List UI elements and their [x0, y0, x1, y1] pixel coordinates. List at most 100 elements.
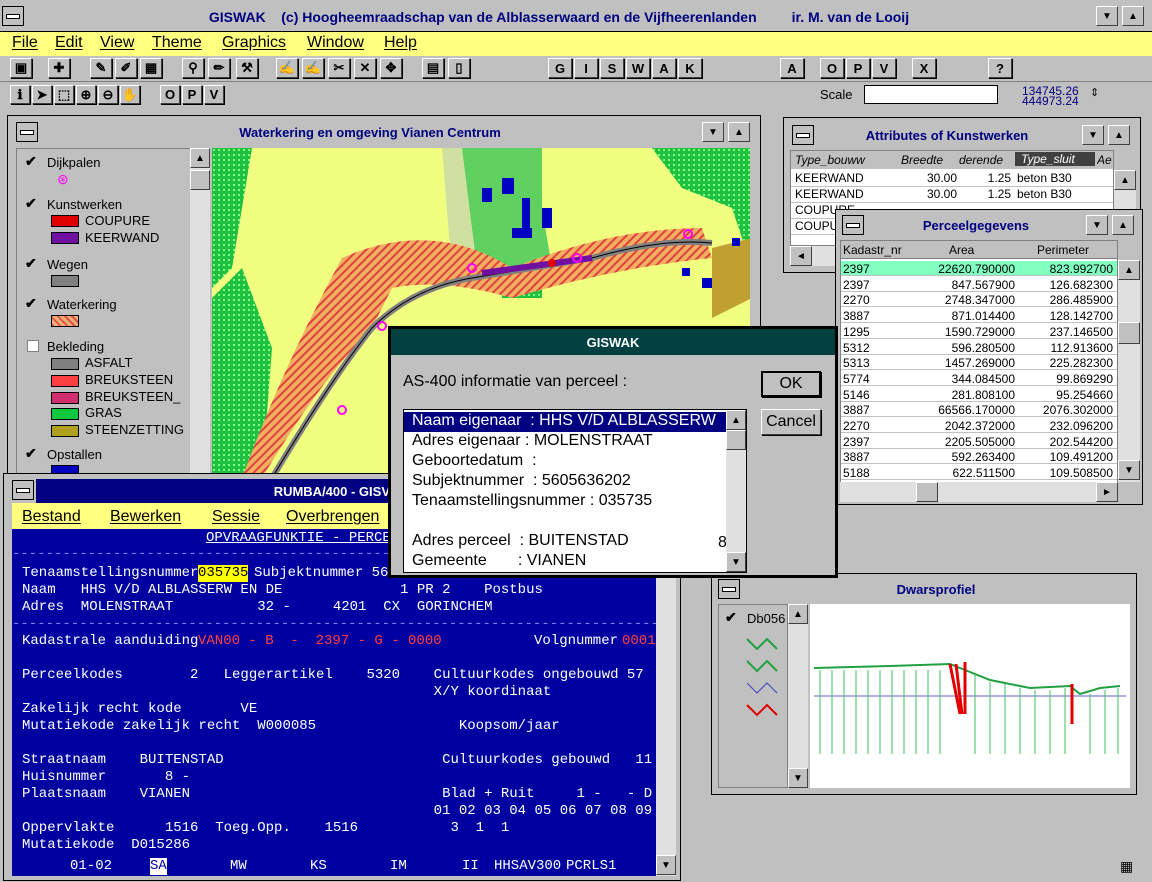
opstallen-check-icon[interactable]: ✔: [25, 445, 37, 462]
btn-x[interactable]: X: [912, 58, 936, 78]
table-row[interactable]: 2270 2748.347000 286.485900: [841, 292, 1117, 308]
fkey-0[interactable]: 01-02: [70, 858, 112, 875]
table-row[interactable]: 5774 344.084500 99.869290: [841, 371, 1117, 386]
page-icon[interactable]: ▯: [448, 58, 470, 78]
attr-header-ae[interactable]: Ae: [1097, 153, 1113, 167]
attr-cell[interactable]: KEERWAND: [795, 187, 895, 201]
table-row[interactable]: 2270 2042.372000 232.096200: [841, 418, 1117, 433]
btn-o[interactable]: O: [820, 58, 844, 78]
db-check-icon[interactable]: ✔: [725, 609, 737, 626]
draw2-icon[interactable]: ✍: [302, 58, 324, 78]
attr-cell[interactable]: 30.00: [901, 187, 957, 201]
btn-a2[interactable]: A: [780, 58, 804, 78]
table-row[interactable]: 5146 281.808100 95.254660: [841, 387, 1117, 402]
menu-help[interactable]: Help: [384, 34, 417, 52]
dialog-line[interactable]: [404, 512, 726, 532]
menu-view[interactable]: View: [100, 34, 134, 52]
rumba-vscrollbar[interactable]: ▼: [656, 529, 676, 876]
resize-grip-icon[interactable]: ▦: [1120, 858, 1138, 876]
dwars-vscrollbar[interactable]: ▲ ▼: [788, 604, 808, 788]
scale-input[interactable]: [864, 85, 998, 104]
select-box-icon[interactable]: ⬚: [54, 85, 74, 104]
btn-s[interactable]: S: [600, 58, 624, 78]
menu-file[interactable]: File: [12, 34, 38, 52]
perceel-vscrollbar[interactable]: ▲ ▼: [1118, 260, 1140, 482]
cancel-button[interactable]: Cancel: [761, 409, 821, 435]
dijkpalen-check-icon[interactable]: ✔: [25, 153, 37, 170]
perceel-minimize-button[interactable]: ▼: [1086, 215, 1108, 235]
pencil-icon[interactable]: ✏: [208, 58, 230, 78]
btn-g[interactable]: G: [548, 58, 572, 78]
tool-icon[interactable]: ⚒: [236, 58, 258, 78]
draw-icon[interactable]: ✍: [276, 58, 298, 78]
btn-k[interactable]: K: [678, 58, 702, 78]
attr-cell[interactable]: 30.00: [901, 171, 957, 185]
table-row[interactable]: 2397 2205.505000 202.544200: [841, 434, 1117, 449]
waterkering-check-icon[interactable]: ✔: [25, 295, 37, 312]
attr-cell[interactable]: 1.25: [959, 187, 1011, 201]
fkey-1[interactable]: SA: [150, 858, 167, 875]
fkey-4[interactable]: IM: [390, 858, 407, 875]
dialog-scrollbar[interactable]: ▲ ▼: [726, 410, 746, 572]
edit-icon[interactable]: ✎: [90, 58, 112, 78]
fkey-3[interactable]: KS: [310, 858, 327, 875]
dialog-line[interactable]: Gemeente : VIANEN: [404, 552, 726, 572]
rumba-menu-sessie[interactable]: Sessie: [212, 508, 260, 526]
dialog-info-list[interactable]: Naam eigenaar : HHS V/D ALBLASSERW Adres …: [403, 409, 747, 573]
help-button[interactable]: ?: [988, 58, 1012, 78]
map-minimize-button[interactable]: ▼: [702, 122, 724, 142]
dialog-line[interactable]: Subjektnummer : 5605636202: [404, 472, 726, 492]
perceel-hscrollbar[interactable]: ►: [840, 482, 1118, 502]
table-row[interactable]: 2397 22620.790000 823.992700: [841, 261, 1117, 276]
perceel-header-perimeter[interactable]: Perimeter: [1037, 243, 1117, 257]
table-row[interactable]: 5313 1457.269000 225.282300: [841, 355, 1117, 371]
attr-header-breedte[interactable]: Breedte: [901, 153, 959, 167]
add-layer-icon[interactable]: ✚: [48, 58, 70, 78]
app-system-menu[interactable]: [2, 6, 24, 26]
btn-a[interactable]: A: [652, 58, 676, 78]
attr-header-derende[interactable]: derende: [959, 153, 1013, 167]
rumba-menu-bewerken[interactable]: Bewerken: [110, 508, 181, 526]
bekleding-checkbox[interactable]: [27, 340, 39, 352]
rumba-menu-bestand[interactable]: Bestand: [22, 508, 81, 526]
kunstwerken-check-icon[interactable]: ✔: [25, 195, 37, 212]
attr-system-menu[interactable]: [792, 125, 814, 145]
menu-window[interactable]: Window: [307, 34, 364, 52]
table-icon[interactable]: ▦: [140, 58, 162, 78]
wegen-check-icon[interactable]: ✔: [25, 255, 37, 272]
binoculars-icon[interactable]: ⚲: [182, 58, 204, 78]
menu-graphics[interactable]: Graphics: [222, 34, 286, 52]
dialog-line[interactable]: Naam eigenaar : HHS V/D ALBLASSERW: [404, 412, 726, 432]
app-minimize-button[interactable]: ▼: [1096, 6, 1118, 26]
dwars-system-menu[interactable]: [718, 579, 740, 599]
table-row[interactable]: 2397 847.567900 126.682300: [841, 277, 1117, 292]
map-system-menu[interactable]: [16, 122, 38, 142]
fkey-5[interactable]: II: [462, 858, 479, 875]
dialog-line[interactable]: Tenaamstellingsnummer : 035735: [404, 492, 726, 512]
ok-button[interactable]: OK: [761, 371, 821, 397]
btn-o2[interactable]: O: [160, 85, 180, 104]
map-maximize-button[interactable]: ▲: [728, 122, 750, 142]
perceel-maximize-button[interactable]: ▲: [1112, 215, 1134, 235]
shrink-icon[interactable]: ✕: [354, 58, 376, 78]
table-row[interactable]: 3887 592.263400 109.491200: [841, 449, 1117, 465]
expand-icon[interactable]: ✥: [380, 58, 402, 78]
pan-hand-icon[interactable]: ✋: [120, 85, 140, 104]
attr-header-type-sluit[interactable]: Type_sluit: [1015, 152, 1095, 166]
fkey-7[interactable]: PCRLS1: [566, 858, 616, 875]
table-row[interactable]: 1295 1590.729000 237.146500: [841, 324, 1117, 339]
table-row[interactable]: 5188 622.511500 109.508500: [841, 465, 1117, 481]
attr-maximize-button[interactable]: ▲: [1108, 125, 1130, 145]
fkey-2[interactable]: MW: [230, 858, 247, 875]
info-icon[interactable]: ℹ: [10, 85, 30, 104]
dwars-canvas[interactable]: [810, 604, 1130, 788]
dialog-line[interactable]: Adres perceel : BUITENSTAD: [404, 532, 726, 552]
dialog-line[interactable]: Geboortedatum :: [404, 452, 726, 472]
attr-cell[interactable]: KEERWAND: [795, 171, 895, 185]
btn-v[interactable]: V: [872, 58, 896, 78]
table-row[interactable]: 3887 66566.170000 2076.302000: [841, 402, 1117, 418]
menu-edit[interactable]: Edit: [55, 34, 83, 52]
table-row[interactable]: 5312 596.280500 112.913600: [841, 340, 1117, 355]
perceel-header-area[interactable]: Area: [949, 243, 1019, 257]
dialog-line[interactable]: Adres eigenaar : MOLENSTRAAT: [404, 432, 726, 452]
